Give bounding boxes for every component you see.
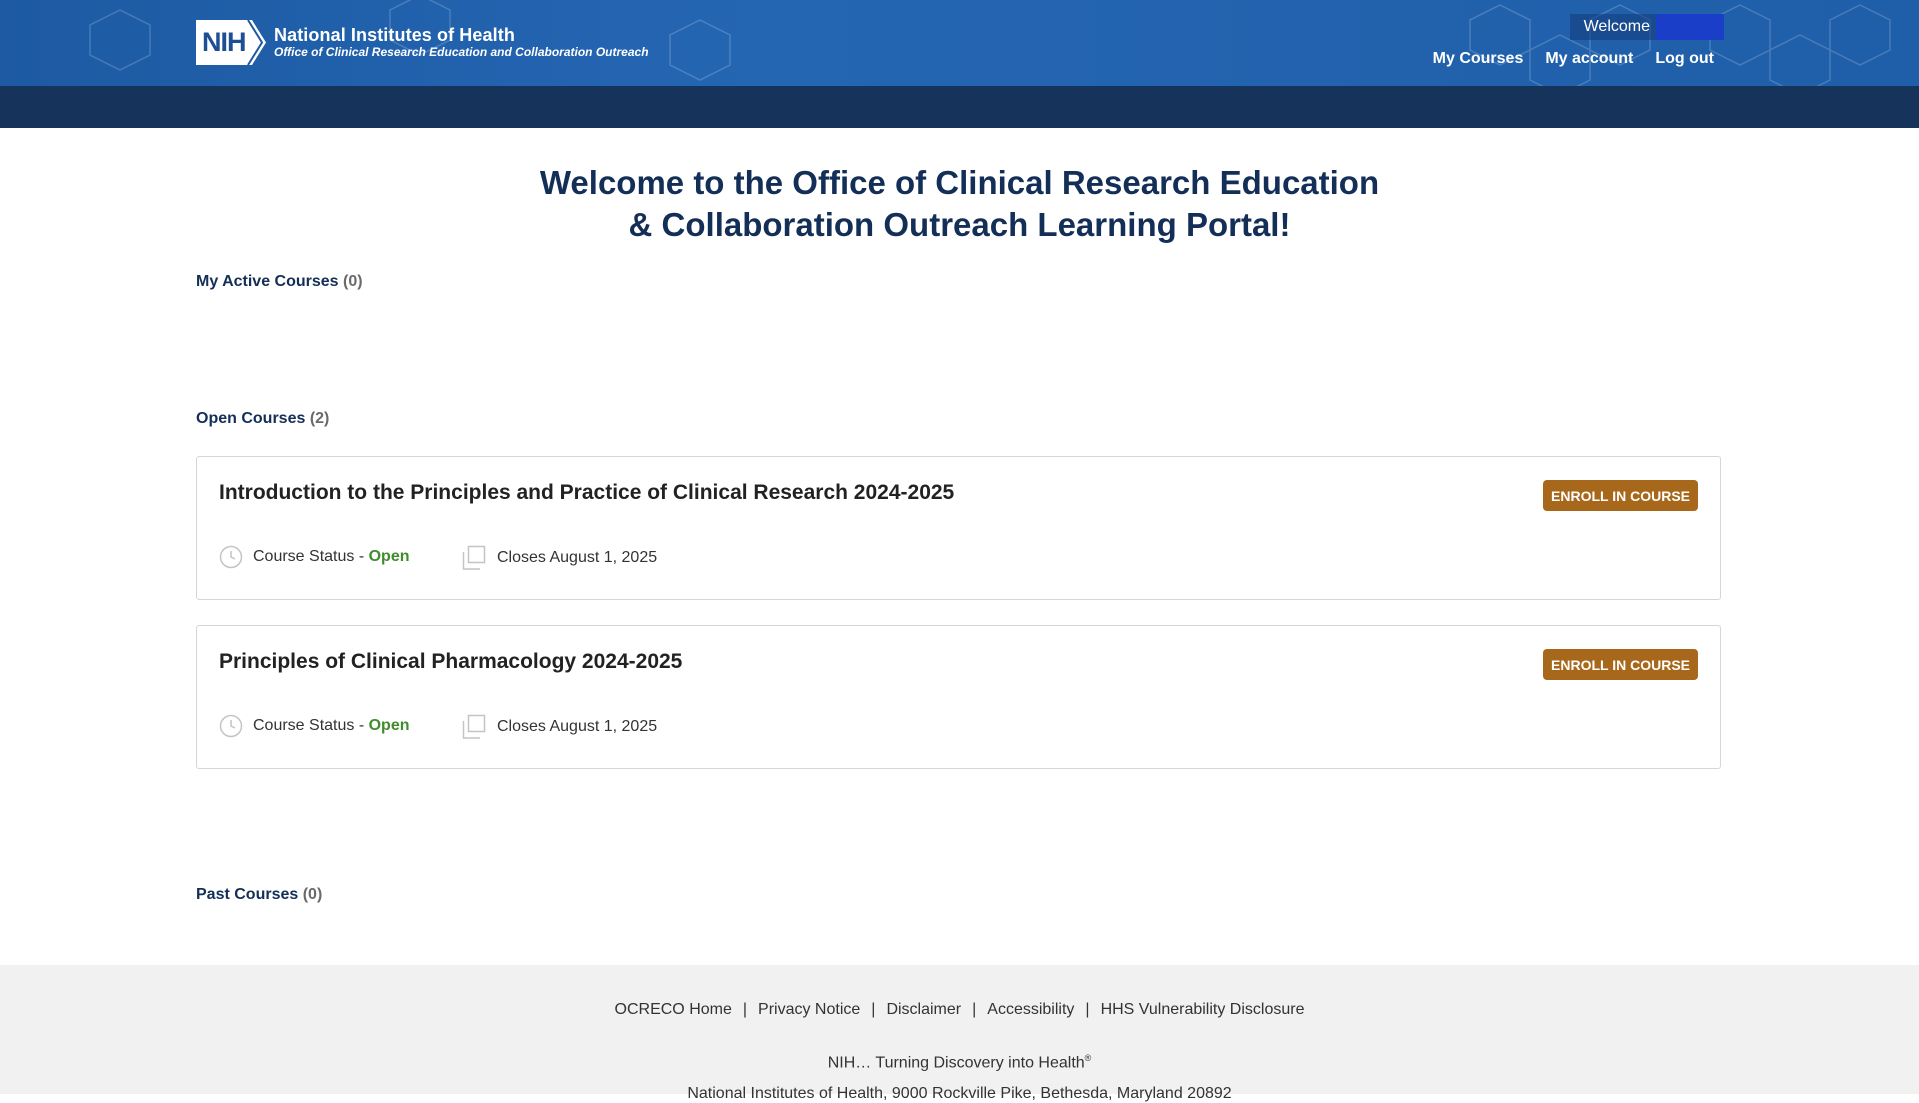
active-courses-count: (0) (343, 273, 363, 290)
clock-icon (219, 545, 243, 569)
course-closes-text: Closes August 1, 2025 (497, 549, 658, 566)
course-close-date: Closes August 1, 2025 (461, 714, 657, 740)
logo-text: National Institutes of Health Office of … (274, 25, 649, 60)
past-courses-label: Past Courses (196, 886, 299, 903)
site-footer: OCRECO Home | Privacy Notice | Disclaime… (0, 965, 1919, 1102)
course-status-value: Open (368, 717, 410, 734)
nav-log-out[interactable]: Log out (1655, 50, 1714, 68)
course-status-prefix: Course Status - (253, 548, 369, 565)
footer-link-hhs-vulnerability-disclosure[interactable]: HHS Vulnerability Disclosure (1101, 1001, 1305, 1019)
enroll-in-course-button[interactable]: ENROLL IN COURSE (1543, 480, 1698, 511)
logo-subtitle: Office of Clinical Research Education an… (274, 45, 649, 59)
nih-logo-abbr: NIH (202, 27, 246, 57)
footer-link-accessibility[interactable]: Accessibility (987, 1001, 1074, 1019)
active-courses-heading: My Active Courses (0) (196, 273, 363, 291)
past-courses-count: (0) (302, 886, 323, 903)
footer-link-disclaimer[interactable]: Disclaimer (886, 1001, 961, 1019)
nav-my-courses[interactable]: My Courses (1433, 50, 1524, 68)
nav-my-account[interactable]: My account (1545, 50, 1633, 68)
welcome-user: Welcome (1569, 14, 1724, 40)
course-status-prefix: Course Status - (253, 717, 369, 734)
course-card: Introduction to the Principles and Pract… (196, 456, 1721, 600)
course-status: Course Status - Open (219, 714, 410, 738)
nih-logo[interactable]: NIH National Institutes of Health Office… (196, 20, 649, 65)
open-courses-heading: Open Courses (2) (196, 410, 329, 428)
footer-address: National Institutes of Health, 9000 Rock… (687, 1085, 1232, 1102)
welcome-label: Welcome (1583, 18, 1650, 35)
registered-mark: ® (1084, 1053, 1092, 1063)
page-title-line-2: & Collaboration Outreach Learning Portal… (628, 206, 1291, 243)
user-name-redacted (1656, 14, 1724, 40)
open-courses-label: Open Courses (196, 410, 306, 427)
header-subbar (0, 86, 1919, 128)
page-title-line-1: Welcome to the Office of Clinical Resear… (539, 164, 1380, 201)
course-title: Principles of Clinical Pharmacology 2024… (219, 650, 683, 673)
course-status-value: Open (368, 548, 410, 565)
footer-link-privacy-notice[interactable]: Privacy Notice (758, 1001, 860, 1019)
calendar-icon (462, 714, 486, 739)
logo-title: National Institutes of Health (274, 25, 515, 45)
footer-links: OCRECO Home | Privacy Notice | Disclaime… (0, 1001, 1919, 1019)
course-status: Course Status - Open (219, 545, 410, 569)
past-courses-heading: Past Courses (0) (196, 886, 322, 904)
footer-link-ocreco-home[interactable]: OCRECO Home (615, 1001, 732, 1019)
footer-separator: | (1085, 1001, 1090, 1018)
active-courses-label: My Active Courses (196, 273, 339, 290)
course-title: Introduction to the Principles and Pract… (219, 481, 955, 504)
calendar-icon (462, 545, 486, 570)
course-closes-text: Closes August 1, 2025 (497, 718, 658, 735)
footer-separator: | (742, 1001, 748, 1018)
course-close-date: Closes August 1, 2025 (461, 545, 657, 571)
open-courses-count: (2) (309, 410, 330, 427)
clock-icon (219, 714, 243, 738)
course-card: Principles of Clinical Pharmacology 2024… (196, 625, 1721, 769)
site-header: NIH National Institutes of Health Office… (0, 0, 1919, 86)
top-navigation: My Courses My account Log out (1433, 50, 1714, 68)
page-title: Welcome to the Office of Clinical Resear… (0, 162, 1919, 246)
footer-separator: | (972, 1001, 977, 1018)
footer-tagline-text: NIH… Turning Discovery into Health (827, 1054, 1085, 1072)
footer-tagline: NIH… Turning Discovery into Health® (0, 1053, 1919, 1072)
enroll-in-course-button[interactable]: ENROLL IN COURSE (1543, 649, 1698, 680)
footer-separator: | (871, 1001, 876, 1018)
